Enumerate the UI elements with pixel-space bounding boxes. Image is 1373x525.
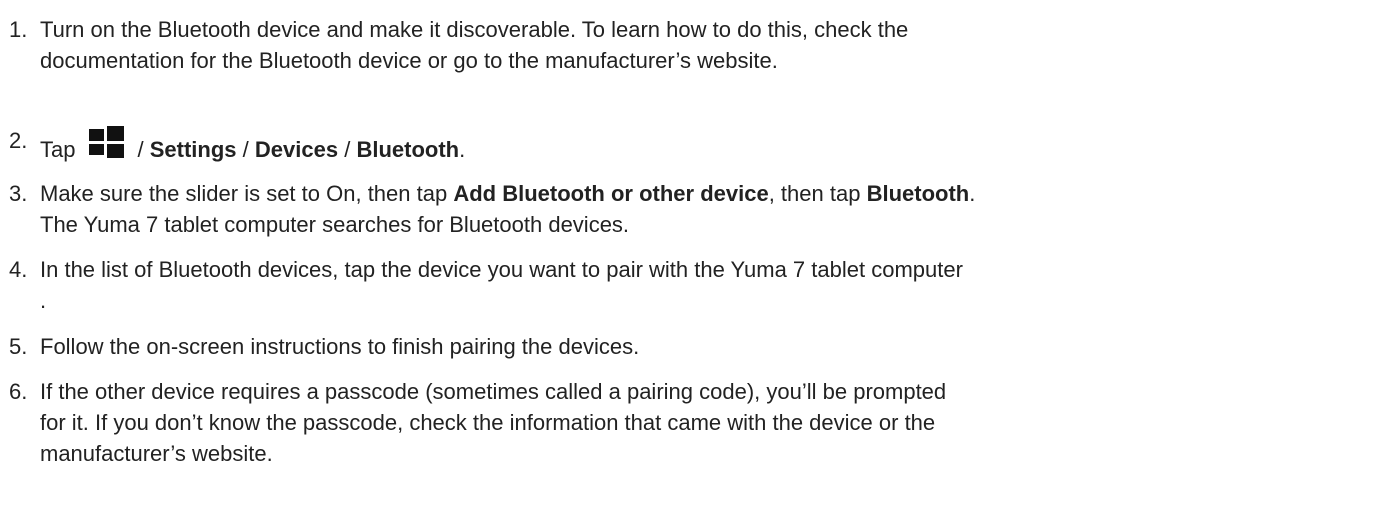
bluetooth-label: Bluetooth <box>356 137 460 162</box>
windows-start-icon <box>81 125 131 161</box>
step-text-line: If the other device requires a passcode … <box>40 379 947 404</box>
step-number: 5. <box>9 334 28 359</box>
step-text-line: documentation for the Bluetooth device o… <box>40 48 778 73</box>
step-text-line: In the list of Bluetooth devices, tap th… <box>40 257 963 282</box>
step-number: 2. <box>9 128 28 153</box>
bluetooth-label: Bluetooth <box>866 181 970 206</box>
add-bluetooth-device-label: Add Bluetooth or other device <box>453 181 769 206</box>
step-text-line: for it. If you don’t know the passcode, … <box>40 410 936 435</box>
step-text: Tap / Settings / Devices / Bluetooth. <box>40 125 1360 165</box>
step-number: 3. <box>9 181 28 206</box>
step-text-line: . <box>40 288 47 313</box>
step-text-line: manufacturer’s website. <box>40 441 273 466</box>
step-text: In the list of Bluetooth devices, tap th… <box>40 254 1360 316</box>
path-separator: / <box>242 137 249 162</box>
step-number: 1. <box>9 17 28 42</box>
tap-label: Tap <box>40 137 76 162</box>
step-number: 4. <box>9 257 28 282</box>
path-separator: / <box>344 137 351 162</box>
step-number: 6. <box>9 379 28 404</box>
step-text-line: Follow the on-screen instructions to fin… <box>40 334 640 359</box>
step-text: Make sure the slider is set to On, then … <box>40 178 1360 240</box>
settings-label: Settings <box>149 137 237 162</box>
step-text: Follow the on-screen instructions to fin… <box>40 331 1360 362</box>
step-text-line: Turn on the Bluetooth device and make it… <box>40 17 909 42</box>
step-text: Turn on the Bluetooth device and make it… <box>40 14 1360 76</box>
step-text-line: The Yuma 7 tablet computer searches for … <box>40 212 630 237</box>
path-separator: / <box>137 137 144 162</box>
devices-label: Devices <box>254 137 339 162</box>
end-period: . <box>459 137 466 162</box>
step-text-segment: Make sure the slider is set to On, then … <box>40 181 448 206</box>
step-text-segment: , then tap <box>768 181 861 206</box>
instruction-steps: 1. Turn on the Bluetooth device and make… <box>0 0 1373 525</box>
end-period: . <box>969 181 976 206</box>
step-text: If the other device requires a passcode … <box>40 376 1360 469</box>
